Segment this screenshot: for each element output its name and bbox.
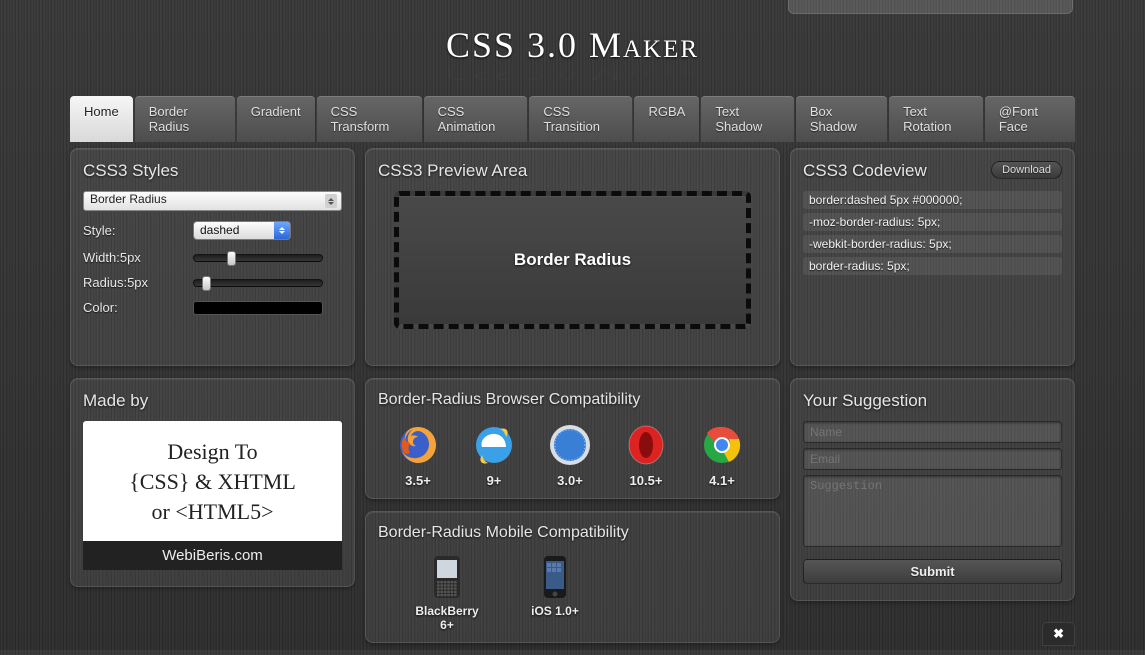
styles-panel-title: CSS3 Styles xyxy=(83,161,342,181)
nav-text-rotation[interactable]: Text Rotation xyxy=(889,96,983,142)
browser-compat-title: Border-Radius Browser Compatibility xyxy=(378,391,767,409)
nav-css-transition[interactable]: CSS Transition xyxy=(529,96,632,142)
main-nav: HomeBorder RadiusGradientCSS TransformCS… xyxy=(70,96,1075,142)
browser-safari: 3.0+ xyxy=(538,423,602,488)
code-line: border-radius: 5px; xyxy=(803,257,1062,275)
codeview-panel: Download CSS3 Codeview border:dashed 5px… xyxy=(790,148,1075,366)
preview-box: Border Radius xyxy=(394,191,752,329)
nav-rgba[interactable]: RGBA xyxy=(634,96,699,142)
ios-icon xyxy=(536,554,574,600)
internet-explorer-icon xyxy=(472,423,516,467)
mobile-version: iOS 1.0+ xyxy=(516,604,594,618)
madeby-line: or <HTML5> xyxy=(93,499,332,525)
nav-box-shadow[interactable]: Box Shadow xyxy=(796,96,887,142)
code-line: -webkit-border-radius: 5px; xyxy=(803,235,1062,253)
suggestion-title: Your Suggestion xyxy=(803,391,1062,411)
nav-border-radius[interactable]: Border Radius xyxy=(135,96,235,142)
top-widget xyxy=(788,0,1073,14)
browser-compat-panel: Border-Radius Browser Compatibility 3.5+… xyxy=(365,378,780,499)
browser-version: 10.5+ xyxy=(614,473,678,488)
nav-home[interactable]: Home xyxy=(70,96,133,142)
styles-panel: CSS3 Styles Border Radius Style: dashed … xyxy=(70,148,355,366)
site-title-reflection: CSS 3.0 Maker xyxy=(0,60,1145,85)
madeby-site: WebiBeris.com xyxy=(83,541,342,570)
style-select-value: dashed xyxy=(200,223,239,237)
madeby-card[interactable]: Design To {CSS} & XHTML or <HTML5> WebiB… xyxy=(83,421,342,570)
code-line: -moz-border-radius: 5px; xyxy=(803,213,1062,231)
suggestion-panel: Your Suggestion Submit xyxy=(790,378,1075,601)
color-swatch[interactable] xyxy=(193,301,323,315)
safari-icon xyxy=(548,423,592,467)
blackberry-icon xyxy=(428,554,466,600)
mobile-compat-title: Border-Radius Mobile Compatibility xyxy=(378,524,767,542)
mobile-compat-panel: Border-Radius Mobile Compatibility Black… xyxy=(365,511,780,643)
slider-thumb[interactable] xyxy=(227,251,236,266)
preview-title: CSS3 Preview Area xyxy=(378,161,767,181)
style-select[interactable]: dashed xyxy=(193,221,291,240)
download-button[interactable]: Download xyxy=(991,161,1062,179)
chevron-updown-icon xyxy=(325,194,337,208)
name-input[interactable] xyxy=(803,421,1062,443)
madeby-panel: Made by Design To {CSS} & XHTML or <HTML… xyxy=(70,378,355,587)
mobile-version: BlackBerry 6+ xyxy=(408,604,486,632)
suggestion-textarea[interactable] xyxy=(803,475,1062,547)
style-label: Style: xyxy=(83,223,193,238)
code-line: border:dashed 5px #000000; xyxy=(803,191,1062,209)
width-slider[interactable] xyxy=(193,254,323,262)
radius-slider[interactable] xyxy=(193,279,323,287)
color-label: Color: xyxy=(83,300,193,315)
browser-version: 3.5+ xyxy=(386,473,450,488)
browser-version: 3.0+ xyxy=(538,473,602,488)
browser-version: 9+ xyxy=(462,473,526,488)
nav--font-face[interactable]: @Font Face xyxy=(985,96,1075,142)
opera-icon xyxy=(624,423,668,467)
preview-text: Border Radius xyxy=(514,250,631,270)
email-input[interactable] xyxy=(803,448,1062,470)
feature-select-value: Border Radius xyxy=(90,192,167,206)
nav-gradient[interactable]: Gradient xyxy=(237,96,315,142)
preview-panel: CSS3 Preview Area Border Radius xyxy=(365,148,780,366)
mobile-ios: iOS 1.0+ xyxy=(516,554,594,632)
madeby-line: Design To xyxy=(93,439,332,465)
browser-chrome: 4.1+ xyxy=(690,423,754,488)
width-label: Width:5px xyxy=(83,250,193,265)
nav-text-shadow[interactable]: Text Shadow xyxy=(701,96,794,142)
madeby-line: {CSS} & XHTML xyxy=(93,469,332,495)
slider-thumb[interactable] xyxy=(202,276,211,291)
mobile-blackberry: BlackBerry 6+ xyxy=(408,554,486,632)
chrome-icon xyxy=(700,423,744,467)
close-button[interactable]: ✖ xyxy=(1042,622,1075,646)
firefox-icon xyxy=(396,423,440,467)
radius-label: Radius:5px xyxy=(83,275,193,290)
browser-opera: 10.5+ xyxy=(614,423,678,488)
chevron-updown-icon xyxy=(274,222,290,239)
browser-internet-explorer: 9+ xyxy=(462,423,526,488)
madeby-title: Made by xyxy=(83,391,342,411)
nav-css-animation[interactable]: CSS Animation xyxy=(424,96,528,142)
browser-version: 4.1+ xyxy=(690,473,754,488)
nav-css-transform[interactable]: CSS Transform xyxy=(317,96,422,142)
submit-button[interactable]: Submit xyxy=(803,559,1062,584)
browser-firefox: 3.5+ xyxy=(386,423,450,488)
feature-select[interactable]: Border Radius xyxy=(83,191,342,211)
